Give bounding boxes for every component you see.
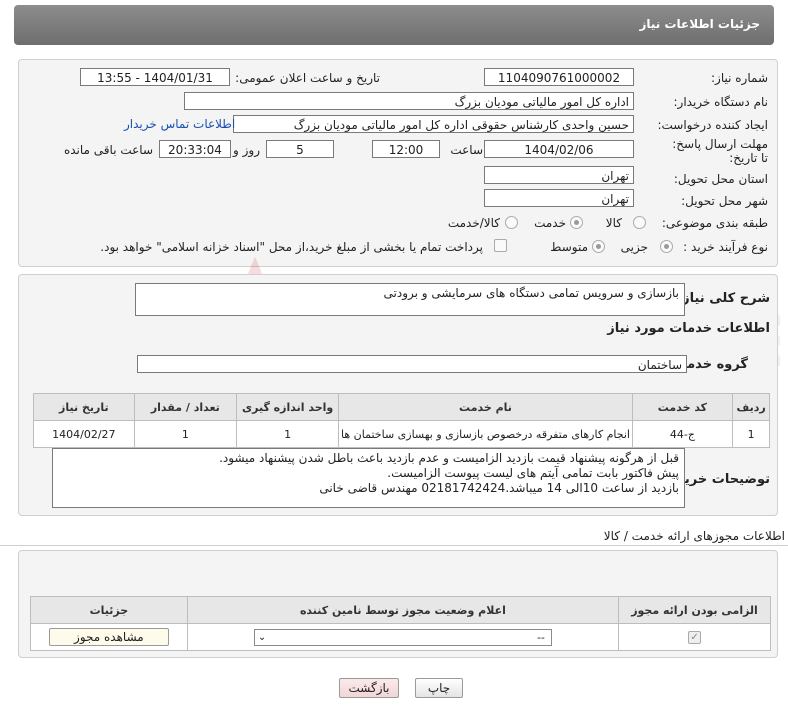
treasury-checkbox[interactable] xyxy=(494,239,507,252)
cell-row: 1 xyxy=(732,420,770,448)
buyer-note-line: قبل از هرگونه پیشنهاد قیمت بازدید الزامی… xyxy=(219,451,679,465)
col-permit-required: الزامی بودن ارائه مجوز xyxy=(618,596,771,624)
category-radio-both[interactable] xyxy=(505,216,518,229)
services-table-header: تاریخ نیاز تعداد / مقدار واحد اندازه گیر… xyxy=(33,393,770,421)
province-field: تهران xyxy=(484,166,634,184)
buyer-contact-link[interactable]: اطلاعات تماس خریدار xyxy=(124,117,235,131)
category-radio-goods[interactable] xyxy=(633,216,646,229)
buyer-note-line: پیش فاکتور بابت تمامی آیتم های لیست پیوس… xyxy=(387,466,679,480)
category-option-both: کالا/خدمت xyxy=(447,216,500,230)
days-label: روز و xyxy=(233,143,260,157)
services-title: اطلاعات خدمات مورد نیاز xyxy=(607,321,770,336)
col-quantity: تعداد / مقدار xyxy=(133,393,237,421)
remaining-label: ساعت باقی مانده xyxy=(63,143,153,157)
permits-title: اطلاعات مجوزهای ارائه خدمت / کالا xyxy=(603,529,785,543)
table-row: 1404/02/27 1 1 انجام کارهای متفرقه درخصو… xyxy=(33,420,770,448)
need-number-label: شماره نیاز: xyxy=(711,71,768,85)
process-label: نوع فرآیند خرید : xyxy=(683,240,768,254)
deadline-label: مهلت ارسال پاسخ: تا تاریخ: xyxy=(668,137,768,165)
category-label: طبقه بندی موضوعی: xyxy=(661,216,768,230)
cell-service-name: انجام کارهای متفرقه درخصوص بازسازی و بهس… xyxy=(338,420,633,448)
table-row: مشاهده مجوز -- ⌄ ✓ xyxy=(30,623,771,651)
buyer-org-label: نام دستگاه خریدار: xyxy=(673,95,769,109)
buyer-org-field: اداره کل امور مالیاتی مودیان بزرگ xyxy=(184,92,634,110)
chevron-down-icon: ⌄ xyxy=(257,631,267,643)
cell-supplier-status: -- ⌄ xyxy=(186,623,620,651)
print-button[interactable]: چاپ xyxy=(415,678,463,698)
cell-permit-required: ✓ xyxy=(618,623,771,651)
deadline-date-field: 1404/02/06 xyxy=(484,140,634,158)
col-row: ردیف xyxy=(732,393,770,421)
process-option-medium: متوسط xyxy=(550,240,588,254)
permit-status-value: -- xyxy=(536,630,545,644)
province-label: استان محل تحویل: xyxy=(673,172,768,186)
view-permit-button[interactable]: مشاهده مجوز xyxy=(48,628,169,646)
deadline-time-field: 12:00 xyxy=(372,140,440,158)
col-service-code: کد خدمت xyxy=(631,393,734,421)
col-details: جزئیات xyxy=(30,596,188,624)
summary-field: بازسازی و سرویس تمامی دستگاه های سرمایشی… xyxy=(135,283,685,316)
header-bar: جزئیات اطلاعات نیاز xyxy=(14,5,774,45)
col-service-name: نام خدمت xyxy=(338,393,633,421)
process-radio-minor[interactable] xyxy=(660,240,673,253)
payment-note: پرداخت تمام یا بخشی از مبلغ خرید،از محل … xyxy=(100,240,483,254)
deadline-label-text: مهلت ارسال پاسخ: تا تاریخ: xyxy=(672,137,768,165)
cell-unit: 1 xyxy=(235,420,340,448)
permits-table-header: جزئیات اعلام وضعیت مجوز توسط نامین کننده… xyxy=(30,596,771,624)
category-radio-service[interactable] xyxy=(570,216,583,229)
time-label: ساعت xyxy=(450,143,483,157)
process-radio-medium[interactable] xyxy=(592,240,605,253)
buyer-notes-field: قبل از هرگونه پیشنهاد قیمت بازدید الزامی… xyxy=(52,448,685,508)
col-unit: واحد اندازه گیری xyxy=(235,393,340,421)
days-field: 5 xyxy=(266,140,334,158)
cell-details: مشاهده مجوز xyxy=(30,623,188,651)
col-supplier-status: اعلام وضعیت مجوز توسط نامین کننده xyxy=(186,596,620,624)
creator-field: حسین واحدی کارشناس حقوقی اداره کل امور م… xyxy=(233,115,634,133)
permit-required-checkbox: ✓ xyxy=(688,631,702,644)
announce-field: 1404/01/31 - 13:55 xyxy=(80,68,230,86)
cell-need-date: 1404/02/27 xyxy=(33,420,135,448)
buyer-note-line: بازدید از ساعت 10الی 14 میباشد.021817424… xyxy=(319,481,679,495)
cell-quantity: 1 xyxy=(133,420,237,448)
summary-label: شرح کلی نیاز: xyxy=(676,291,770,306)
service-group-field: ساختمان xyxy=(137,355,687,373)
announce-label: تاریخ و ساعت اعلان عمومی: xyxy=(235,71,380,85)
col-need-date: تاریخ نیاز xyxy=(33,393,135,421)
page-title: جزئیات اطلاعات نیاز xyxy=(639,17,760,31)
creator-label: ایجاد کننده درخواست: xyxy=(657,118,768,132)
need-info-panel xyxy=(18,59,778,267)
category-option-goods: کالا xyxy=(605,216,622,230)
process-option-minor: جزیی xyxy=(620,240,648,254)
permit-status-select[interactable]: -- ⌄ xyxy=(253,628,552,646)
services-table: تاریخ نیاز تعداد / مقدار واحد اندازه گیر… xyxy=(33,393,770,448)
city-field: تهران xyxy=(484,189,634,207)
permits-table: جزئیات اعلام وضعیت مجوز توسط نامین کننده… xyxy=(30,596,771,651)
city-label: شهر محل تحویل: xyxy=(681,194,768,208)
category-option-service: خدمت xyxy=(534,216,566,230)
back-button[interactable]: بازگشت xyxy=(339,678,399,698)
remaining-time-field: 20:33:04 xyxy=(159,140,231,158)
permits-divider xyxy=(0,545,788,546)
need-number-field: 1104090761000002 xyxy=(484,68,634,86)
cell-service-code: ج-44 xyxy=(631,420,734,448)
